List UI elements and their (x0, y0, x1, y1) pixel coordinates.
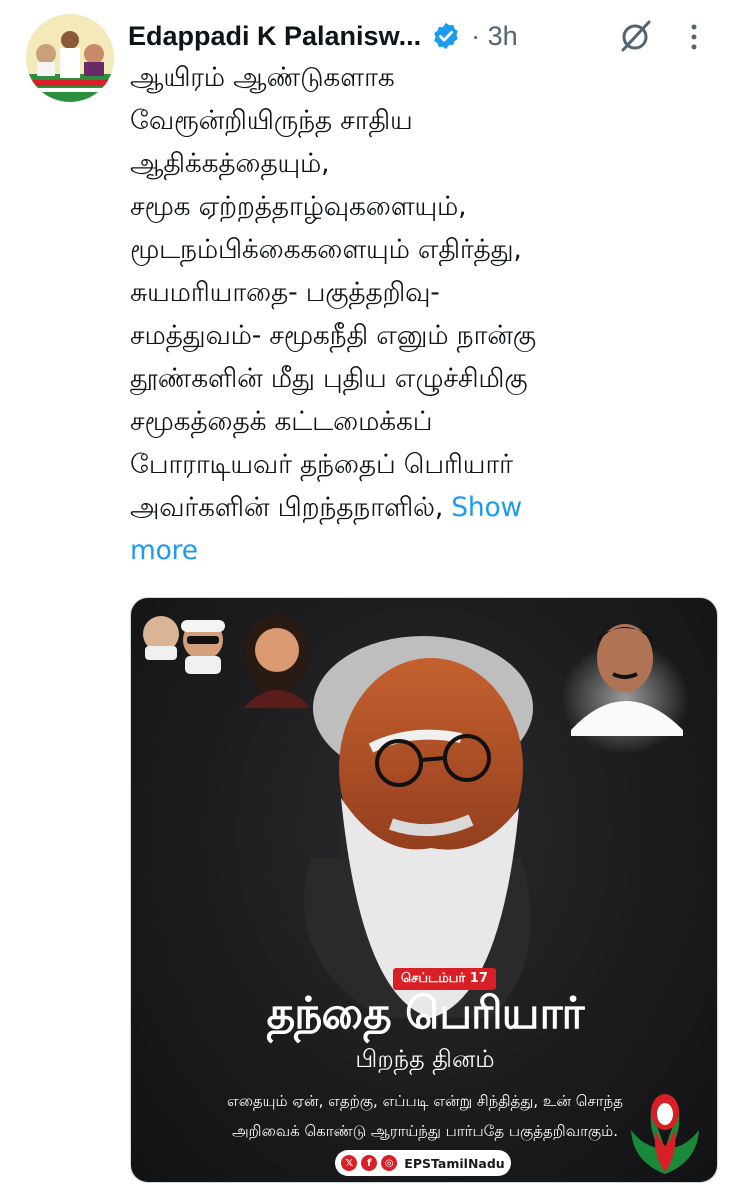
tweet-text-line: போராடியவர் தந்தைப் பெரியார் (130, 449, 513, 480)
periyar-portrait (304, 636, 533, 1018)
tweet[interactable]: Edappadi K Palanisw... · 3h ஆயிரம் ஆண்டு… (0, 0, 745, 1200)
tweet-text: ஆயிரம் ஆண்டுகளாக வேரூன்றியிருந்த சாதிய ஆ… (130, 56, 720, 572)
more-options-icon[interactable] (688, 22, 700, 52)
tweet-text-line: வேரூன்றியிருந்த சாதிய (130, 105, 413, 136)
leader-portrait-1 (143, 616, 179, 660)
poster-subtitle: பிறந்த தினம் (355, 1045, 495, 1073)
grok-icon[interactable] (618, 18, 654, 54)
avatar-image (26, 14, 114, 102)
timestamp[interactable]: · 3h (471, 21, 518, 52)
tweet-text-fragment: அவர்களின் பிறந்தநாளில், (130, 492, 444, 523)
date-badge: செப்டம்பர் 17 (393, 968, 496, 990)
verified-badge-icon (431, 21, 461, 51)
author-name[interactable]: Edappadi K Palanisw... (128, 21, 421, 52)
social-handle: EPSTamilNadu (404, 1155, 505, 1171)
leader-portrait-2 (181, 620, 225, 674)
tweet-text-line: ஆதிக்கத்தையும், (130, 148, 330, 179)
poster-title: தந்தை பெரியார் (266, 988, 585, 1039)
facebook-icon: f (361, 1155, 378, 1171)
tweet-text-line: மூடநம்பிக்கைகளையும் எதிர்த்து, (130, 234, 522, 265)
avatar[interactable] (26, 14, 114, 102)
leader-portrait-3 (243, 614, 311, 708)
tweet-text-line: ஆயிரம் ஆண்டுகளாக (130, 62, 395, 93)
tweet-text-line: சுயமரியாதை- பகுத்தறிவு- (130, 277, 440, 308)
social-handle-bar: 𝕏 f ◎ EPSTamilNadu (335, 1150, 511, 1176)
tweet-header: Edappadi K Palanisw... · 3h (128, 14, 728, 58)
tweet-text-line: தூண்களின் மீது புதிய எழுச்சிமிகு (130, 363, 528, 394)
timestamp-value: 3h (487, 20, 518, 51)
show-more-link-continued[interactable]: more (130, 529, 720, 572)
tweet-text-line: சமூக ஏற்றத்தாழ்வுகளையும், (130, 191, 467, 222)
tweet-text-line-last: அவர்களின் பிறந்தநாளில், Show (130, 486, 720, 529)
instagram-icon: ◎ (381, 1155, 398, 1171)
x-icon: 𝕏 (341, 1155, 358, 1171)
show-more-link[interactable]: Show (451, 492, 522, 523)
tweet-text-line: சமூகத்தைக் கட்டமைக்கப் (130, 406, 433, 437)
tweet-media-image[interactable]: செப்டம்பர் 17 தந்தை பெரியார் பிறந்த தினம… (130, 597, 718, 1183)
party-symbol-icon (631, 1094, 699, 1174)
tweet-text-line: சமத்துவம்- சமூகநீதி எனும் நான்கு (130, 320, 536, 351)
